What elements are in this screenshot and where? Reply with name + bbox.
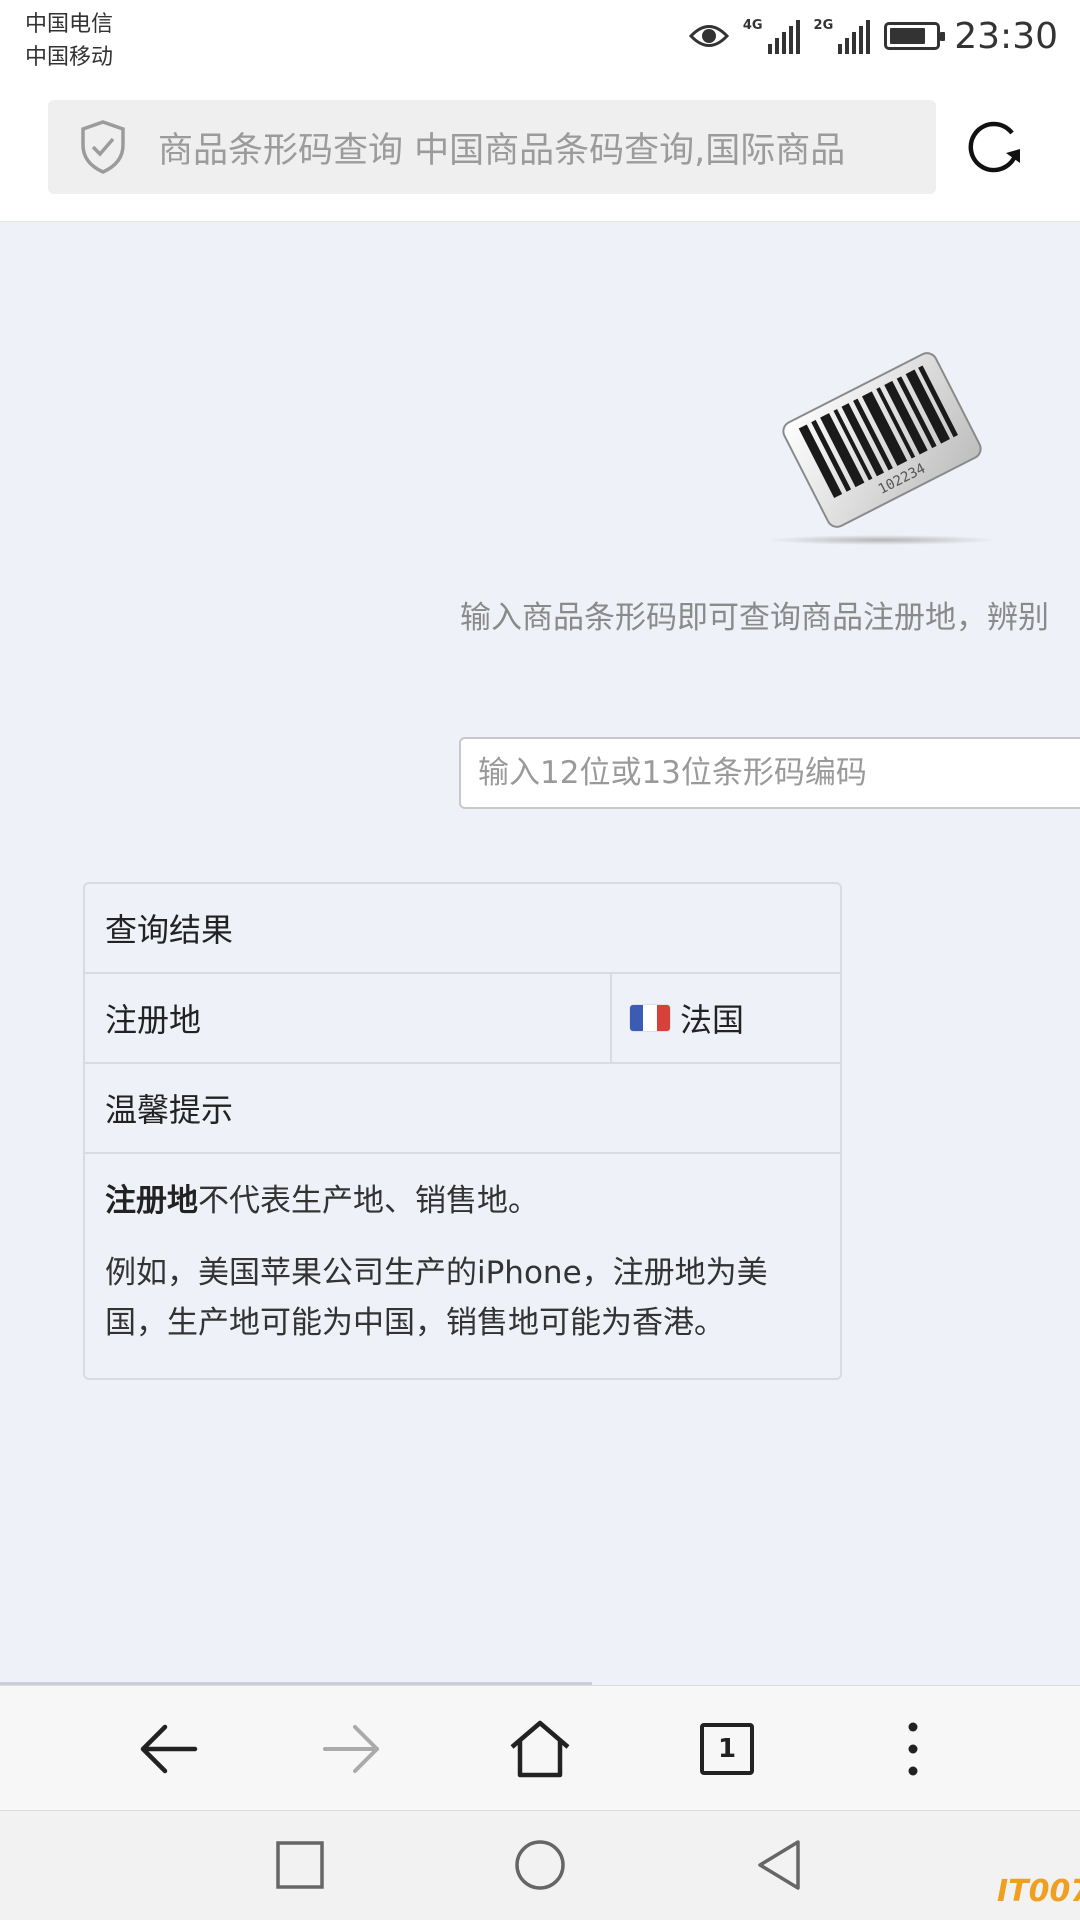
status-bar: 中国电信 中国移动 4G 2G 23:30 (0, 0, 1080, 84)
result-header: 查询结果 (105, 911, 234, 949)
barcode-input[interactable] (459, 737, 1080, 809)
carrier-1: 中国电信 (25, 12, 114, 37)
page-content: 102234 输入商品条形码即可查询商品注册地，辨别 查询结果 注册地 法国 温… (0, 222, 1080, 1685)
registration-row: 注册地 法国 (85, 974, 840, 1064)
browser-toolbar: 1 (0, 1685, 1080, 1811)
tabs-button[interactable]: 1 (687, 1709, 767, 1789)
tips-body: 注册地不代表生产地、销售地。 例如，美国苹果公司生产的iPhone，注册地为美国… (85, 1154, 840, 1378)
home-button[interactable] (500, 1709, 580, 1789)
battery-icon (884, 22, 946, 50)
signal-icon: 4G (743, 18, 800, 54)
more-menu-button[interactable] (873, 1709, 953, 1789)
network-type-2: 2G (813, 18, 834, 33)
status-icons: 4G 2G 23:30 (688, 14, 1058, 58)
back-button[interactable] (128, 1709, 208, 1789)
result-header-row: 查询结果 (85, 884, 840, 974)
intro-text: 输入商品条形码即可查询商品注册地，辨别 (460, 600, 1049, 636)
clock: 23:30 (954, 15, 1058, 57)
tip-example: 例如，美国苹果公司生产的iPhone，注册地为美国，生产地可能为中国，销售地可能… (105, 1255, 768, 1341)
forward-arrow-icon[interactable] (321, 1721, 383, 1777)
watermark-logo: IT007 (997, 1874, 1080, 1909)
tip-line-1: 注册地不代表生产地、销售地。 (105, 1176, 820, 1226)
eye-icon (688, 25, 729, 47)
signal-icon-2: 2G (814, 18, 871, 54)
tip-rest: 不代表生产地、销售地。 (198, 1183, 539, 1219)
carrier-info: 中国电信 中国移动 (25, 8, 113, 74)
carrier-2: 中国移动 (25, 45, 114, 70)
registration-label: 注册地 (85, 974, 612, 1062)
barcode-illustration: 102234 (767, 352, 997, 545)
circle-icon[interactable] (512, 1837, 568, 1893)
tip-bold: 注册地 (105, 1183, 198, 1219)
result-table: 查询结果 注册地 法国 温馨提示 注册地不代表生产地、销售地。 例如，美国苹果公… (83, 882, 842, 1380)
shield-icon[interactable] (78, 119, 128, 175)
triangle-back-icon[interactable] (752, 1837, 808, 1893)
tabs-icon[interactable]: 1 (700, 1723, 754, 1775)
network-type-1: 4G (742, 18, 763, 33)
battery-fill (890, 28, 926, 44)
forward-button[interactable] (312, 1709, 392, 1789)
address-bar[interactable]: 商品条形码查询 中国商品条码查询,国际商品 (48, 100, 936, 194)
home-icon[interactable] (508, 1719, 572, 1779)
url-text[interactable]: 商品条形码查询 中国商品条码查询,国际商品 (158, 122, 845, 173)
tips-header-row: 温馨提示 (85, 1064, 840, 1154)
square-icon[interactable] (272, 1837, 328, 1893)
more-icon[interactable] (903, 1719, 923, 1779)
reload-icon[interactable] (962, 115, 1026, 179)
registration-value: 法国 (680, 1001, 745, 1039)
system-navigation-bar (0, 1811, 1080, 1920)
address-bar-area: 商品条形码查询 中国商品条码查询,国际商品 (0, 84, 1080, 222)
france-flag-icon (630, 1005, 670, 1031)
tips-header: 温馨提示 (105, 1091, 234, 1129)
registration-value-cell: 法国 (612, 995, 840, 1041)
back-arrow-icon[interactable] (137, 1721, 199, 1777)
